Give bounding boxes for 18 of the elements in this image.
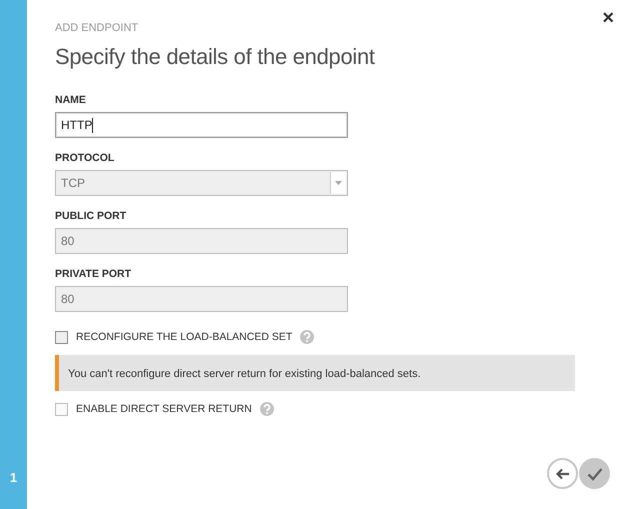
input-field[interactable]: HTTP [55,112,348,138]
notice-text: You can't reconfigure direct server return for existing load-balanced sets. [68,368,421,380]
dialog-subtitle: ADD ENDPOINT [55,22,140,34]
step-number: 1 [10,470,18,485]
arrow-left-icon [556,468,570,480]
back-button[interactable] [547,458,578,489]
checkbox[interactable] [55,330,68,344]
caret-icon [335,181,342,185]
dialog-title: Specify the details of the endpoint [55,44,376,70]
checkmark-icon [586,466,602,480]
close-button[interactable]: × [602,8,614,28]
field-label: PRIVATE PORT [55,268,132,280]
confirm-button[interactable] [579,458,610,489]
field-label: PROTOCOL [55,152,116,164]
field-label: PUBLIC PORT [55,210,128,222]
checkbox-label: RECONFIGURE THE LOAD-BALANCED SET [76,331,292,343]
checkbox-label: ENABLE DIRECT SERVER RETURN [76,403,252,415]
field-label: NAME [55,94,87,106]
